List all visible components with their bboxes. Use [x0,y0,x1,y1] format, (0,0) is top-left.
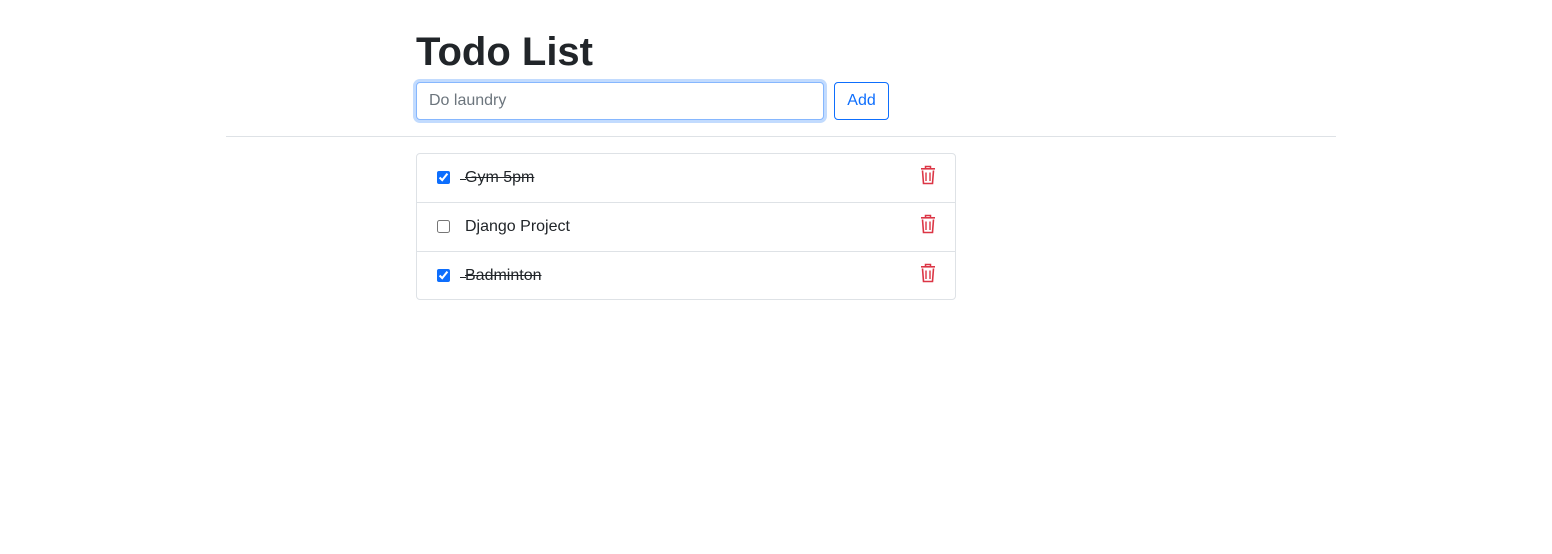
divider [226,136,1336,137]
todo-text: Gym 5pm [465,169,535,186]
todo-item: Badminton [417,252,955,299]
add-button[interactable]: Add [834,82,889,120]
delete-button[interactable] [917,164,939,186]
delete-button[interactable] [917,213,939,235]
task-input[interactable] [416,82,824,120]
todo-item: Gym 5pm [417,154,955,203]
todo-checkbox[interactable] [437,171,450,184]
delete-button[interactable] [917,262,939,284]
todo-list: Gym 5pm Django Project Badminton [416,153,956,300]
todo-text: Badminton [465,267,542,284]
trash-icon [917,164,939,186]
todo-text: Django Project [465,218,570,235]
todo-item: Django Project [417,203,955,252]
trash-icon [917,262,939,284]
todo-checkbox[interactable] [437,269,450,282]
page-title: Todo List [416,30,593,74]
todo-checkbox[interactable] [437,220,450,233]
trash-icon [917,213,939,235]
